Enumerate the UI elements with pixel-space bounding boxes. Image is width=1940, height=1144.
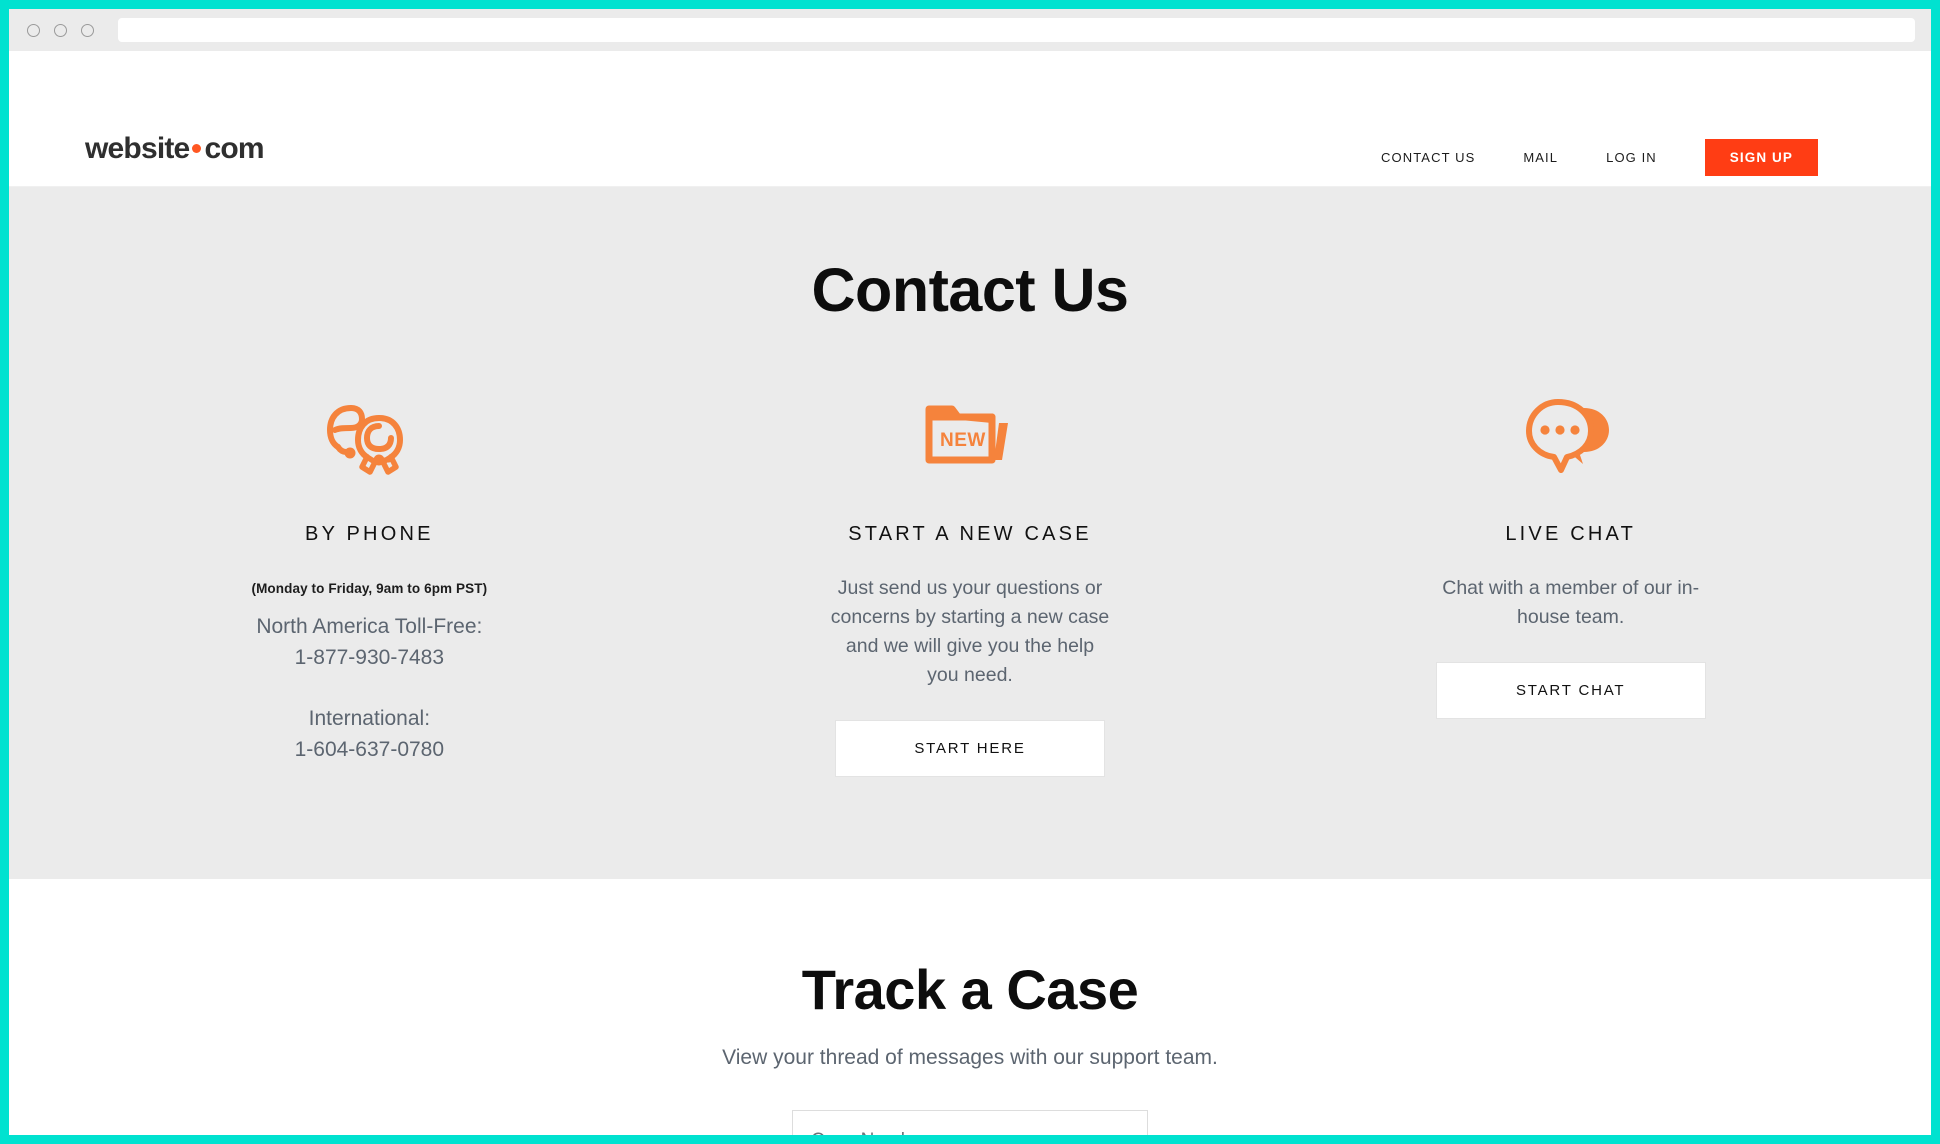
contact-column-phone: BY PHONE (Monday to Friday, 9am to 6pm P… bbox=[69, 389, 670, 777]
top-nav-mail[interactable]: MAIL bbox=[1523, 150, 1558, 165]
column-title-new-case: START A NEW CASE bbox=[848, 523, 1092, 545]
url-input[interactable] bbox=[118, 18, 1915, 42]
column-title-live-chat: LIVE CHAT bbox=[1505, 523, 1637, 545]
phone-spacer bbox=[219, 673, 519, 703]
svg-text:NEW: NEW bbox=[940, 430, 986, 451]
browser-chrome-bar bbox=[9, 9, 1931, 51]
maximize-dot-icon[interactable] bbox=[81, 23, 94, 37]
toll-free-number[interactable]: 1-877-930-7483 bbox=[219, 642, 519, 673]
case-number-input[interactable] bbox=[792, 1110, 1148, 1135]
contact-section: Contact Us BY PHONE (Monday to Friday, 9… bbox=[9, 187, 1931, 879]
logo-text-main: website bbox=[85, 132, 190, 165]
track-case-subtitle: View your thread of messages with our su… bbox=[722, 1046, 1218, 1069]
page-title: Contact Us bbox=[811, 256, 1129, 324]
new-case-body: Just send us your questions or concerns … bbox=[830, 577, 1110, 686]
column-title-phone: BY PHONE bbox=[305, 523, 434, 545]
toll-free-label: North America Toll-Free: bbox=[256, 615, 483, 638]
chat-bubbles-icon bbox=[1270, 389, 1871, 481]
headset-icon bbox=[69, 389, 670, 481]
track-case-section: Track a Case View your thread of message… bbox=[9, 879, 1931, 1135]
contact-column-live-chat: LIVE CHAT Chat with a member of our in-h… bbox=[1270, 389, 1871, 777]
top-nav-log-in[interactable]: LOG IN bbox=[1606, 150, 1657, 165]
contact-column-new-case: NEW START A NEW CASE Just send us your q… bbox=[670, 389, 1271, 777]
logo-dot-icon bbox=[192, 143, 202, 153]
utility-nav: CONTACT US MAIL LOG IN SIGN UP bbox=[1381, 139, 1818, 176]
window-controls bbox=[27, 23, 94, 37]
live-chat-body: Chat with a member of our in-house team. bbox=[1442, 577, 1700, 628]
track-case-title: Track a Case bbox=[801, 958, 1139, 1021]
browser-window: website com CONTACT US MAIL LOG IN SIGN U… bbox=[9, 9, 1931, 1135]
phone-hours: (Monday to Friday, 9am to 6pm PST) bbox=[251, 581, 488, 596]
international-number[interactable]: 1-604-637-0780 bbox=[219, 734, 519, 765]
close-dot-icon[interactable] bbox=[27, 23, 40, 37]
new-folder-icon: NEW bbox=[670, 389, 1271, 481]
international-label: International: bbox=[308, 707, 431, 730]
site-header: website com CONTACT US MAIL LOG IN SIGN U… bbox=[9, 51, 1931, 206]
site-logo[interactable]: website com bbox=[85, 132, 265, 166]
contact-columns: BY PHONE (Monday to Friday, 9am to 6pm P… bbox=[9, 389, 1931, 777]
logo-text-tld: com bbox=[204, 132, 264, 165]
minimize-dot-icon[interactable] bbox=[54, 23, 67, 37]
start-here-button[interactable]: START HERE bbox=[835, 720, 1105, 777]
sign-up-button[interactable]: SIGN UP bbox=[1704, 139, 1818, 176]
top-nav-contact-us[interactable]: CONTACT US bbox=[1381, 150, 1475, 165]
start-chat-button[interactable]: START CHAT bbox=[1435, 662, 1706, 719]
phone-details: (Monday to Friday, 9am to 6pm PST) North… bbox=[219, 574, 519, 765]
